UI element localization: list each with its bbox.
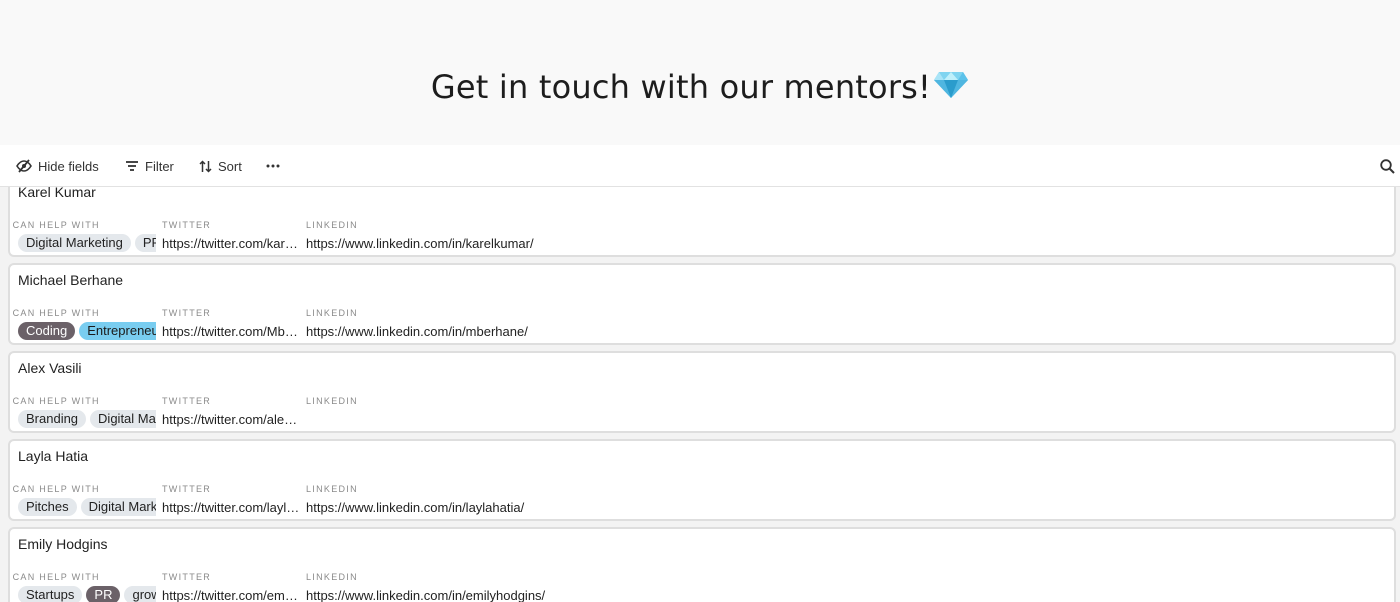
skill-tag: Startups [18, 586, 83, 602]
skill-tag: Digital Marketing [18, 234, 131, 252]
gem-icon [934, 72, 969, 98]
linkedin-field: LINKEDIN [306, 394, 1006, 430]
skill-tag: PR [134, 234, 156, 252]
twitter-url[interactable]: https://twitter.com/karelkumar [162, 234, 300, 254]
help-field: I CAN HELP WITH CodingEntrepreneurship [10, 306, 156, 342]
linkedin-url[interactable]: https://www.linkedin.com/in/emilyhodgins… [306, 586, 1006, 602]
linkedin-url[interactable] [306, 410, 1006, 430]
twitter-field: TWITTER https://twitter.com/karelkumar [162, 218, 300, 254]
tag-list: BrandingDigital Marketing [18, 410, 156, 430]
mentor-card[interactable]: Emily Hodgins I CAN HELP WITH Startups PR gr… [8, 527, 1396, 602]
mentor-card[interactable]: Alex Vasili I CAN HELP WITH Branding Digita… [8, 351, 1396, 433]
twitter-field: TWITTER https://twitter.com/alexvasili [162, 394, 300, 430]
help-field: I CAN HELP WITH StartupsPRgrowth [10, 570, 156, 602]
linkedin-field: LINKEDIN https://www.linkedin.com/in/emil… [306, 570, 1006, 602]
help-field: I CAN HELP WITH Digital MarketingPR [10, 218, 156, 254]
tag-list: StartupsPRgrowth [18, 586, 156, 602]
twitter-field-label: TWITTER [162, 308, 212, 318]
tag-list: PitchesDigital Marketing [18, 498, 156, 518]
linkedin-url[interactable]: https://www.linkedin.com/in/laylahatia/ [306, 498, 1006, 518]
filter-icon [126, 161, 138, 171]
mentor-list: Karel Kumar I CAN HELP WITH Digital Market… [0, 187, 1400, 602]
mentor-name: Emily Hodgins [18, 536, 108, 552]
help-field-label: I CAN HELP WITH [10, 220, 100, 230]
tag-list: Digital MarketingPR [18, 234, 156, 254]
linkedin-field-label: LINKEDIN [306, 220, 358, 230]
linkedin-field-label: LINKEDIN [306, 484, 358, 494]
linkedin-field-label: LINKEDIN [306, 308, 358, 318]
help-field-label: I CAN HELP WITH [10, 308, 100, 318]
skill-tag: PR [86, 586, 121, 602]
twitter-field-label: TWITTER [162, 396, 212, 406]
help-field: I CAN HELP WITH PitchesDigital Marketing [10, 482, 156, 518]
skill-tag: Coding [18, 322, 76, 340]
help-field-label: I CAN HELP WITH [10, 572, 100, 582]
page-header: Get in touch with our mentors! [0, 0, 1400, 145]
mentor-card[interactable]: Layla Hatia I CAN HELP WITH Pitches Digital… [8, 439, 1396, 521]
more-options-button[interactable] [266, 145, 280, 187]
twitter-field: TWITTER https://twitter.com/laylahatia [162, 482, 300, 518]
twitter-field-label: TWITTER [162, 484, 212, 494]
help-field-label: I CAN HELP WITH [10, 396, 100, 406]
twitter-url[interactable]: https://twitter.com/Mberhane [162, 322, 300, 342]
twitter-field: TWITTER https://twitter.com/Mberhane [162, 306, 300, 342]
linkedin-url[interactable]: https://www.linkedin.com/in/mberhane/ [306, 322, 1006, 342]
skill-tag: Entrepreneurship [79, 322, 156, 340]
filter-button[interactable]: Filter [125, 145, 174, 187]
twitter-url[interactable]: https://twitter.com/emilyhodgins [162, 586, 300, 602]
hide-fields-button[interactable]: Hide fields [16, 145, 99, 187]
sort-label: Sort [218, 158, 242, 174]
mentor-card[interactable]: Karel Kumar I CAN HELP WITH Digital Market… [8, 187, 1396, 257]
ellipsis-icon [266, 164, 280, 168]
linkedin-field: LINKEDIN https://www.linkedin.com/in/layl… [306, 482, 1006, 518]
sort-button[interactable]: Sort [199, 145, 242, 187]
view-toolbar: Hide fields Filter Sort [0, 145, 1400, 187]
skill-tag: Branding [18, 410, 87, 428]
twitter-field-label: TWITTER [162, 220, 212, 230]
filter-label: Filter [145, 158, 174, 174]
skill-tag: growth [124, 586, 156, 602]
page-title-text: Get in touch with our mentors! [430, 68, 932, 106]
eye-slash-icon [16, 159, 32, 173]
twitter-url[interactable]: https://twitter.com/laylahatia [162, 498, 300, 518]
help-field-label: I CAN HELP WITH [10, 484, 100, 494]
linkedin-url[interactable]: https://www.linkedin.com/in/karelkumar/ [306, 234, 1006, 254]
mentor-name: Alex Vasili [18, 360, 82, 376]
linkedin-field-label: LINKEDIN [306, 572, 358, 582]
skill-tag: Digital Marketing [90, 410, 156, 428]
help-field: I CAN HELP WITH BrandingDigital Marketing [10, 394, 156, 430]
hide-fields-label: Hide fields [38, 158, 99, 174]
twitter-field: TWITTER https://twitter.com/emilyhodgins [162, 570, 300, 602]
tag-list: CodingEntrepreneurship [18, 322, 156, 342]
linkedin-field: LINKEDIN https://www.linkedin.com/in/mber… [306, 306, 1006, 342]
mentor-card[interactable]: Michael Berhane I CAN HELP WITH Coding Entr… [8, 263, 1396, 345]
twitter-url[interactable]: https://twitter.com/alexvasili [162, 410, 300, 430]
sort-arrows-icon [199, 159, 212, 173]
linkedin-field-label: LINKEDIN [306, 396, 358, 406]
twitter-field-label: TWITTER [162, 572, 212, 582]
search-button[interactable] [1380, 145, 1395, 187]
search-icon [1380, 158, 1395, 174]
linkedin-field: LINKEDIN https://www.linkedin.com/in/kare… [306, 218, 1006, 254]
mentor-name: Michael Berhane [18, 272, 124, 288]
mentor-name: Karel Kumar [18, 187, 96, 200]
skill-tag: Digital Marketing [80, 498, 156, 516]
page-title: Get in touch with our mentors! [0, 68, 1400, 106]
mentor-name: Layla Hatia [18, 448, 89, 464]
skill-tag: Pitches [18, 498, 77, 516]
